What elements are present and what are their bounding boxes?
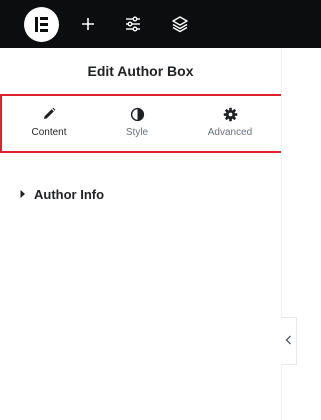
editor-panel: Edit Author Box Content Style Advanced A… (0, 48, 291, 420)
tab-advanced-label: Advanced (207, 127, 253, 138)
chevron-left-icon (285, 332, 292, 350)
caret-right-icon (20, 185, 26, 203)
plus-icon[interactable] (76, 12, 100, 36)
tab-advanced[interactable]: Advanced (185, 96, 275, 151)
elementor-logo-icon[interactable] (24, 7, 59, 42)
collapse-panel-button[interactable] (281, 317, 297, 365)
pencil-icon (41, 106, 57, 122)
panel-tabs: Content Style Advanced (0, 94, 291, 153)
tab-style[interactable]: Style (92, 96, 182, 151)
layers-icon[interactable] (168, 12, 192, 36)
page-title: Edit Author Box (87, 63, 194, 79)
tab-content-label: Content (31, 127, 67, 138)
sliders-icon[interactable] (121, 12, 145, 36)
gear-icon (222, 106, 238, 122)
section-label: Author Info (34, 186, 105, 202)
tab-style-label: Style (125, 127, 149, 138)
half-circle-icon (129, 106, 145, 122)
top-toolbar (0, 0, 321, 48)
section-author-info[interactable]: Author Info (20, 185, 104, 203)
tab-content[interactable]: Content (4, 96, 94, 151)
